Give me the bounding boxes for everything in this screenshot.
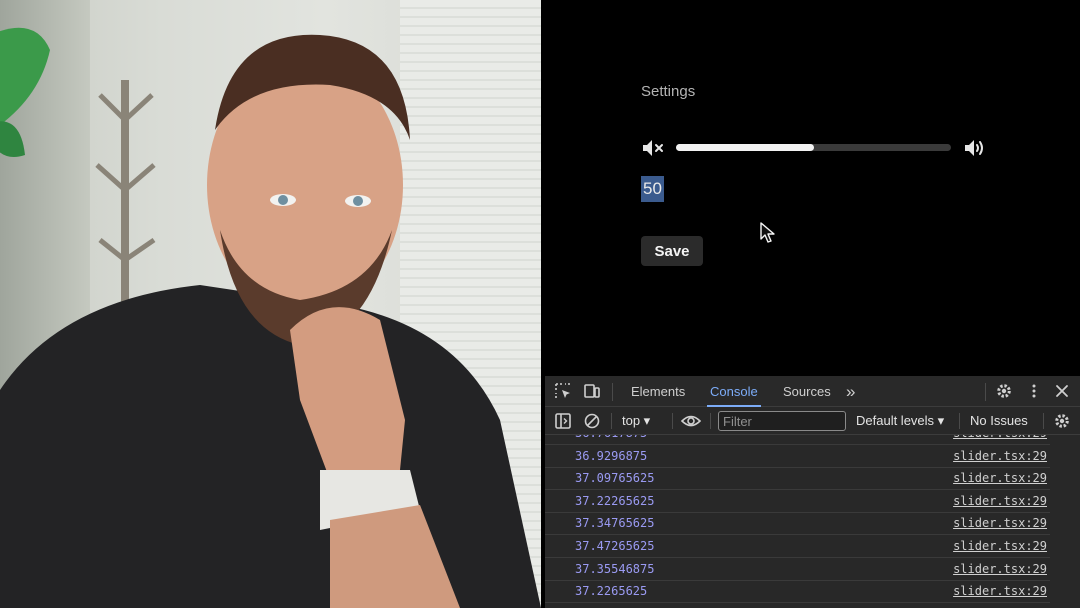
log-value: 37.09765625 [575,471,655,486]
toolbar-divider [1043,413,1044,429]
volume-value-selected-text: 50 [641,176,664,202]
tab-sources[interactable]: Sources [783,376,831,407]
save-button[interactable]: Save [641,236,703,266]
tab-elements[interactable]: Elements [631,376,685,407]
volume-slider[interactable] [676,144,951,151]
clear-console-icon[interactable] [583,412,601,430]
device-toolbar-icon[interactable] [583,382,601,400]
volume-slider-fill [676,144,814,151]
tabbar-divider [612,383,613,401]
issues-counter[interactable]: No Issues [970,413,1028,428]
log-source-link[interactable]: slider.tsx:29 [953,584,1047,598]
app-viewport: Settings 50 Save [541,0,1080,376]
console-log-row: 36.9296875 slider.tsx:29 [545,445,1050,468]
log-source-link[interactable]: slider.tsx:29 [953,494,1047,508]
log-source-link[interactable]: slider.tsx:29 [953,516,1047,530]
console-log-row: 36.7617875 slider.tsx:29 [545,435,1050,445]
console-log-row: 37.22265625 slider.tsx:29 [545,490,1050,513]
live-expression-eye-icon[interactable] [681,412,701,430]
kebab-menu-icon[interactable] [1025,382,1043,400]
close-icon[interactable] [1053,382,1071,400]
inspect-element-icon[interactable] [554,382,572,400]
toolbar-divider [611,413,612,429]
settings-title: Settings [641,83,696,100]
toolbar-divider [672,413,673,429]
presenter-person [0,34,541,608]
devtools-tab-bar: Elements Console Sources » [545,376,1080,407]
console-log-row: 37.09765625 slider.tsx:29 [545,467,1050,491]
log-value: 37.22265625 [575,493,655,508]
console-log-row: 37.35546875 slider.tsx:29 [545,558,1050,581]
toolbar-divider [959,413,960,429]
console-log-row: 37.47265625 slider.tsx:29 [545,535,1050,558]
tabbar-divider [985,383,986,401]
console-log-row: 37.2265625 slider.tsx:29 [545,580,1050,604]
volume-up-icon[interactable] [963,138,987,158]
log-value: 37.34765625 [575,516,655,531]
javascript-context-select[interactable]: top ▾ [622,413,650,429]
log-value: 36.9296875 [575,448,648,463]
log-source-link[interactable]: slider.tsx:29 [953,435,1047,440]
log-value: 37.47265625 [575,539,655,553]
log-source-link[interactable]: slider.tsx:29 [953,449,1047,463]
devtools-panel: Elements Console Sources » top ▾ Filter … [545,376,1080,608]
more-tabs-chevron-icon[interactable]: » [846,376,855,407]
log-value: 37.2265625 [575,584,648,599]
log-value: 36.7617875 [575,435,647,440]
sidebar-toggle-icon[interactable] [554,412,572,430]
console-log-row: 37.34765625 slider.tsx:29 [545,512,1050,536]
console-filter-input[interactable] [718,411,846,431]
gear-icon[interactable] [995,382,1013,400]
toolbar-divider [710,413,711,429]
console-toolbar: top ▾ Default levels ▾ No Issues [545,407,1080,435]
console-settings-gear-icon[interactable] [1053,412,1071,430]
log-value: 37.35546875 [575,561,655,576]
webcam-video-panel [0,0,541,608]
log-levels-select[interactable]: Default levels ▾ [856,413,944,429]
log-source-link[interactable]: slider.tsx:29 [953,471,1047,485]
console-log-list: 36.7617875 slider.tsx:29 36.9296875 slider.… [545,435,1080,608]
tab-console[interactable]: Console [707,376,761,407]
volume-mute-icon[interactable] [641,138,665,158]
mouse-pointer-icon [760,222,775,243]
log-source-link[interactable]: slider.tsx:29 [953,539,1047,553]
log-source-link[interactable]: slider.tsx:29 [953,562,1047,576]
